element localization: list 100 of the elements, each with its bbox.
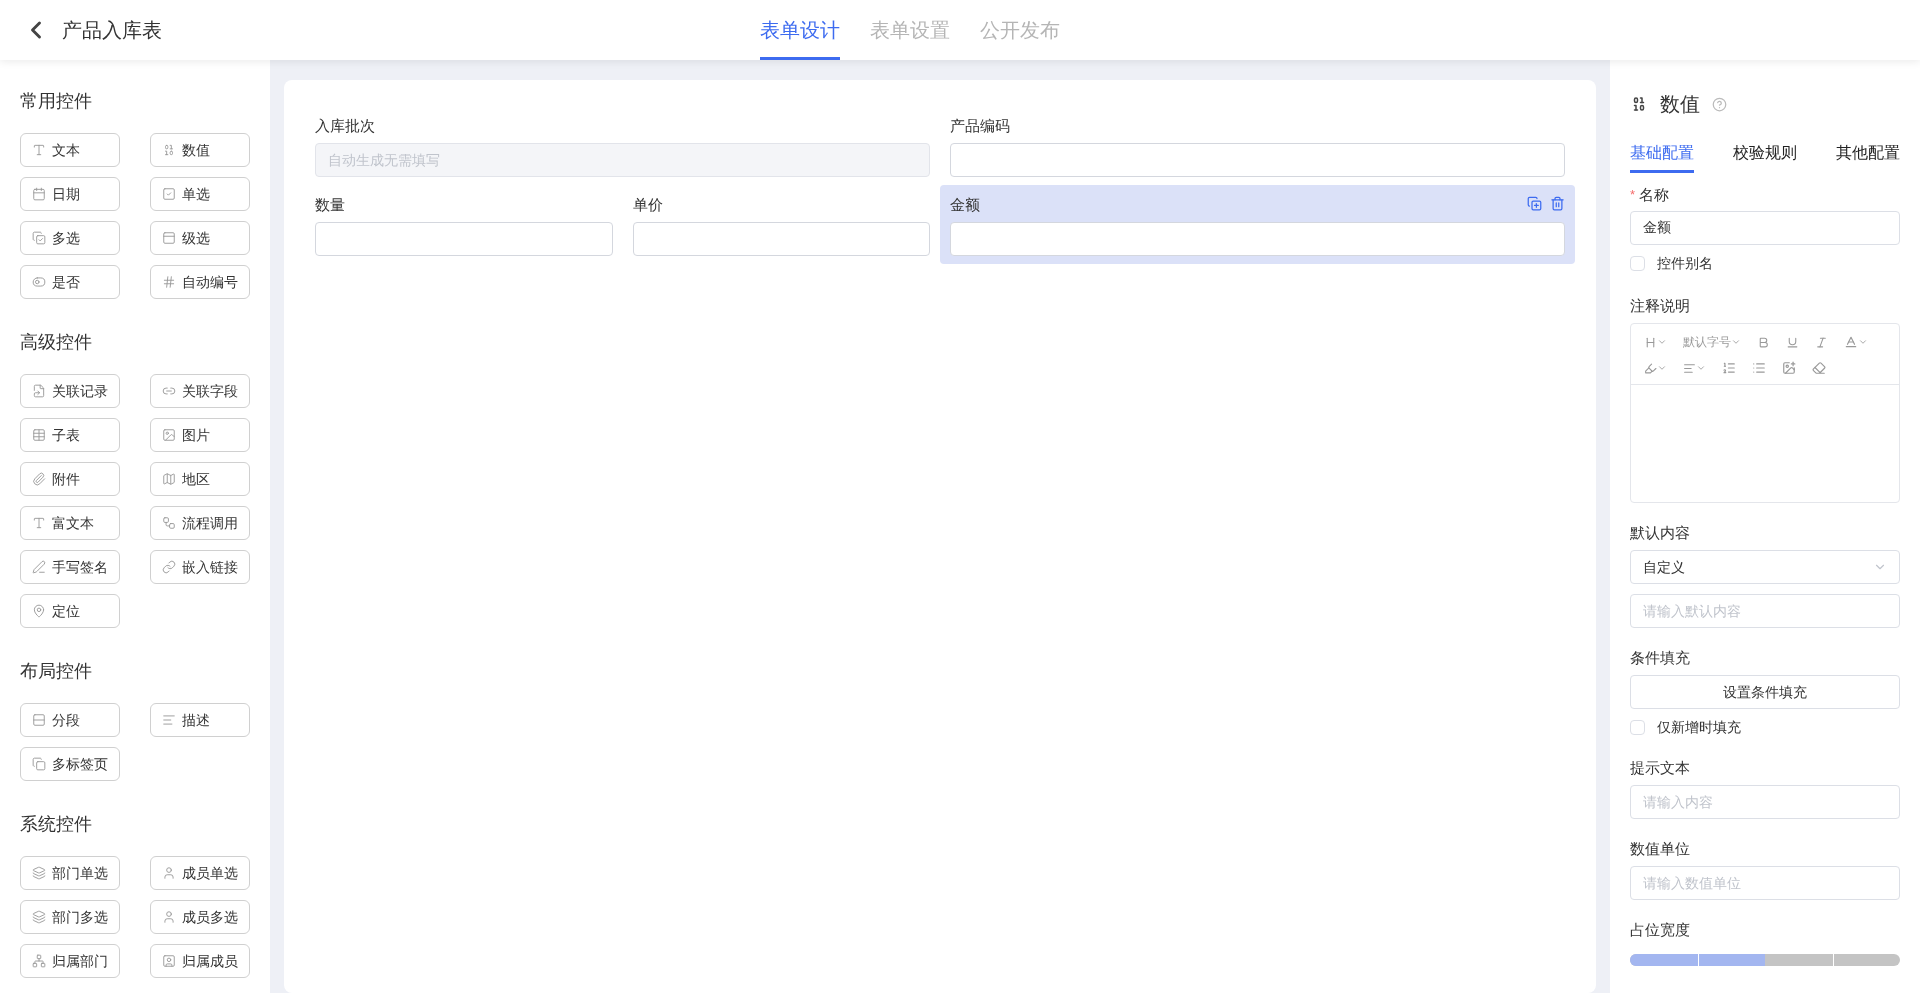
highlight-icon[interactable] [1644,361,1657,375]
condition-button[interactable]: 设置条件填充 [1630,675,1900,709]
number-icon [162,143,176,157]
paragraph-icon [162,713,176,727]
control-button[interactable]: 数值 [150,133,250,167]
control-button[interactable]: 是否 [20,265,120,299]
bullet-list-icon[interactable] [1752,361,1766,375]
input-field[interactable] [950,222,1565,256]
panel-icon [162,231,176,245]
input-field[interactable]: 金额 [1630,211,1900,245]
checkbox[interactable] [1630,256,1645,271]
control-button[interactable]: 自动编号 [150,265,250,299]
map-pin-icon [32,604,46,618]
input-field[interactable]: 请输入内容 [1630,785,1900,819]
control-button[interactable]: 子表 [20,418,120,452]
user-icon [162,910,176,924]
checkbox-icon [162,187,176,201]
caret-icon[interactable] [1858,337,1868,347]
link-icon [162,560,176,574]
section-title: 系统控件 [20,813,93,836]
multi-check-icon [32,231,46,245]
control-button[interactable]: 多选 [20,221,120,255]
caret-icon[interactable] [1657,363,1667,373]
hash-icon [162,275,176,289]
control-button[interactable]: 定位 [20,594,120,628]
control-button[interactable]: 部门多选 [20,900,120,934]
field-label: 名称 [1639,185,1670,205]
tab[interactable]: 基础配置 [1630,141,1694,173]
control-button[interactable]: 嵌入链接 [150,550,250,584]
control-button[interactable]: 手写签名 [20,550,120,584]
form-field[interactable]: 单价 [622,185,940,264]
map-icon [162,472,176,486]
control-button[interactable]: 关联记录 [20,374,120,408]
input-field[interactable]: 请输入默认内容 [1630,594,1900,628]
control-button[interactable]: 流程调用 [150,506,250,540]
checkbox[interactable] [1630,720,1645,735]
section-title: 常用控件 [20,90,93,113]
control-button[interactable]: 分段 [20,703,120,737]
pages-icon [32,757,46,771]
control-button[interactable]: 日期 [20,177,120,211]
font-color-icon[interactable] [1844,335,1858,349]
control-button[interactable]: 归属成员 [150,944,250,978]
input-field[interactable] [632,222,930,256]
field-label: 条件填充 [1630,648,1691,668]
tab[interactable]: 其他配置 [1836,141,1900,173]
control-button[interactable]: 附件 [20,462,120,496]
control-button[interactable]: 文本 [20,133,120,167]
form-field[interactable]: 产品编码 [940,106,1575,185]
control-button[interactable]: 多标签页 [20,747,120,781]
underline-icon[interactable] [1786,335,1799,349]
tab[interactable]: 校验规则 [1733,141,1797,173]
control-button[interactable]: 归属部门 [20,944,120,978]
panel-title: 数值 [1660,92,1700,117]
control-button[interactable]: 成员多选 [150,900,250,934]
layers-icon [32,866,46,880]
control-button[interactable]: 单选 [150,177,250,211]
italic-icon[interactable] [1815,335,1828,349]
align-icon[interactable] [1683,361,1696,375]
control-button[interactable]: 图片 [150,418,250,452]
text-icon [32,143,46,157]
control-button[interactable]: 级选 [150,221,250,255]
field-label: 金额 [950,195,980,215]
select-field[interactable]: 自定义 [1630,550,1900,584]
control-button[interactable]: 成员单选 [150,856,250,890]
checkbox-label: 仅新增时填充 [1657,718,1741,737]
field-label: 占位宽度 [1630,920,1691,940]
caret-icon[interactable] [1731,337,1741,347]
control-button[interactable]: 富文本 [20,506,120,540]
input-field[interactable] [315,222,613,256]
hierarchy-icon [32,954,46,968]
input-field[interactable] [950,143,1565,177]
control-button[interactable]: 部门单选 [20,856,120,890]
control-button[interactable]: 关联字段 [150,374,250,408]
control-button[interactable]: 地区 [150,462,250,496]
input-field[interactable]: 请输入数值单位 [1630,866,1900,900]
width-slider[interactable] [1630,954,1900,966]
form-field[interactable]: 数量 [305,185,623,264]
control-button[interactable]: 描述 [150,703,250,737]
workflow-icon [162,516,176,530]
ordered-list-icon[interactable] [1722,361,1736,375]
help-icon[interactable] [1712,96,1727,112]
calendar-icon [32,187,46,201]
eraser-icon[interactable] [1812,361,1826,375]
user-icon [162,866,176,880]
required-mark: * [1630,186,1636,204]
image-icon [162,428,176,442]
linked-file-icon [32,384,46,398]
caret-icon[interactable] [1696,363,1706,373]
table-icon [32,428,46,442]
caret-icon[interactable] [1657,337,1667,347]
field-label: 入库批次 [315,116,375,136]
delete-icon[interactable] [1550,196,1565,211]
bold-icon[interactable] [1757,335,1770,349]
heading-icon[interactable] [1644,335,1657,349]
image-icon[interactable] [1782,361,1796,375]
user-icon [162,954,176,968]
field-label: 默认内容 [1630,523,1691,543]
duplicate-icon[interactable] [1527,196,1542,211]
tab[interactable]: 表单设计 [760,0,840,60]
selected-field[interactable]: 金额 [940,185,1575,264]
